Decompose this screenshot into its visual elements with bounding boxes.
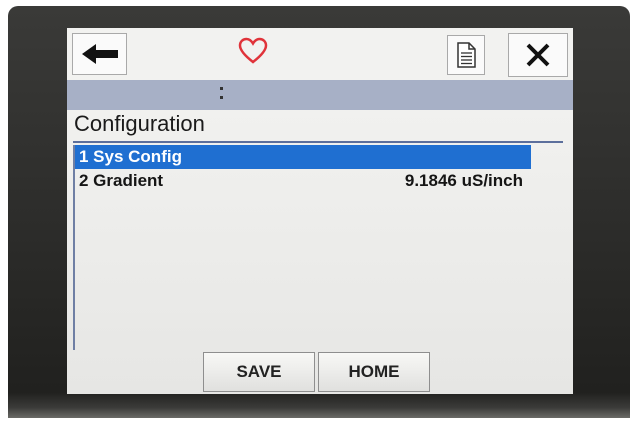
close-icon [526, 43, 550, 67]
display-screen: Configuration 1 Sys Config 2 Gradient 9.… [67, 28, 573, 394]
close-button[interactable] [508, 33, 568, 77]
document-button[interactable] [447, 35, 485, 75]
menu-item-sys-config[interactable]: 1 Sys Config [75, 145, 531, 169]
header-bar [67, 28, 573, 80]
device-bezel-bottom [8, 392, 630, 418]
menu-item-label: 2 Gradient [79, 171, 164, 190]
back-button[interactable] [72, 33, 127, 75]
dots-indicator-icon [217, 82, 227, 106]
heart-icon [238, 37, 268, 64]
favorite-button[interactable] [235, 34, 271, 68]
menu-item-label: 1 Sys Config [79, 147, 182, 166]
home-button[interactable]: HOME [318, 352, 430, 392]
menu-item-gradient[interactable]: 2 Gradient 9.1846 uS/inch [75, 169, 531, 193]
save-button[interactable]: SAVE [203, 352, 315, 392]
document-icon [457, 42, 476, 68]
arrow-left-icon [81, 44, 118, 64]
page-title: Configuration [74, 111, 205, 136]
menu-list: 1 Sys Config 2 Gradient 9.1846 uS/inch [75, 145, 531, 193]
status-bar [67, 80, 573, 110]
title-divider [73, 141, 563, 143]
gradient-value: 9.1846 uS/inch [404, 171, 523, 190]
